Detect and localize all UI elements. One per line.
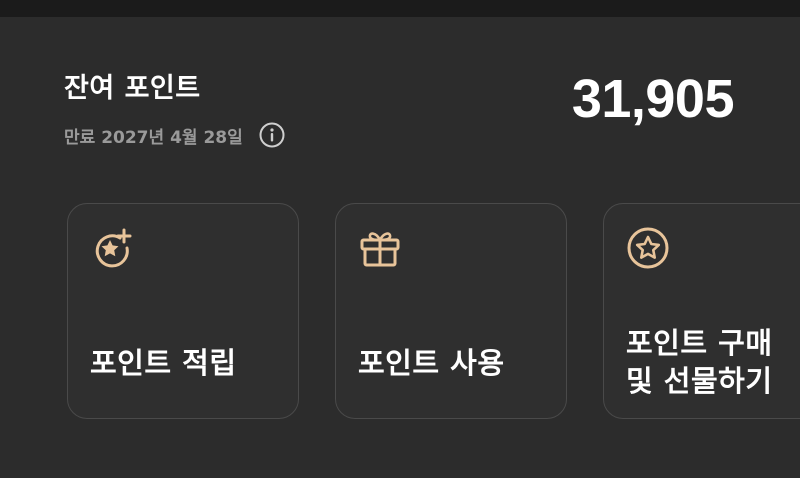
use-points-label: 포인트 사용 bbox=[358, 346, 505, 380]
star-circle-icon bbox=[626, 226, 670, 270]
earn-points-label: 포인트 적립 bbox=[90, 346, 237, 380]
earn-points-card[interactable]: 포인트 적립 bbox=[67, 203, 299, 419]
use-points-card[interactable]: 포인트 사용 bbox=[335, 203, 567, 419]
top-bar bbox=[0, 0, 800, 17]
buy-gift-label-line1: 포인트 구매 bbox=[626, 326, 773, 360]
expiry-row: 만료 2027년 4월 28일 bbox=[64, 122, 285, 148]
info-icon[interactable] bbox=[259, 122, 285, 148]
gift-box-icon bbox=[358, 226, 402, 270]
buy-gift-label-line2: 및 선물하기 bbox=[626, 364, 773, 398]
expiry-date: 만료 2027년 4월 28일 bbox=[64, 127, 243, 148]
buy-gift-points-card[interactable]: 포인트 구매 및 선물하기 bbox=[603, 203, 800, 419]
points-balance: 31,905 bbox=[571, 69, 735, 129]
star-plus-icon bbox=[90, 226, 134, 270]
buy-gift-points-label: 포인트 구매 및 선물하기 bbox=[626, 324, 773, 400]
points-title: 잔여 포인트 bbox=[64, 73, 201, 104]
